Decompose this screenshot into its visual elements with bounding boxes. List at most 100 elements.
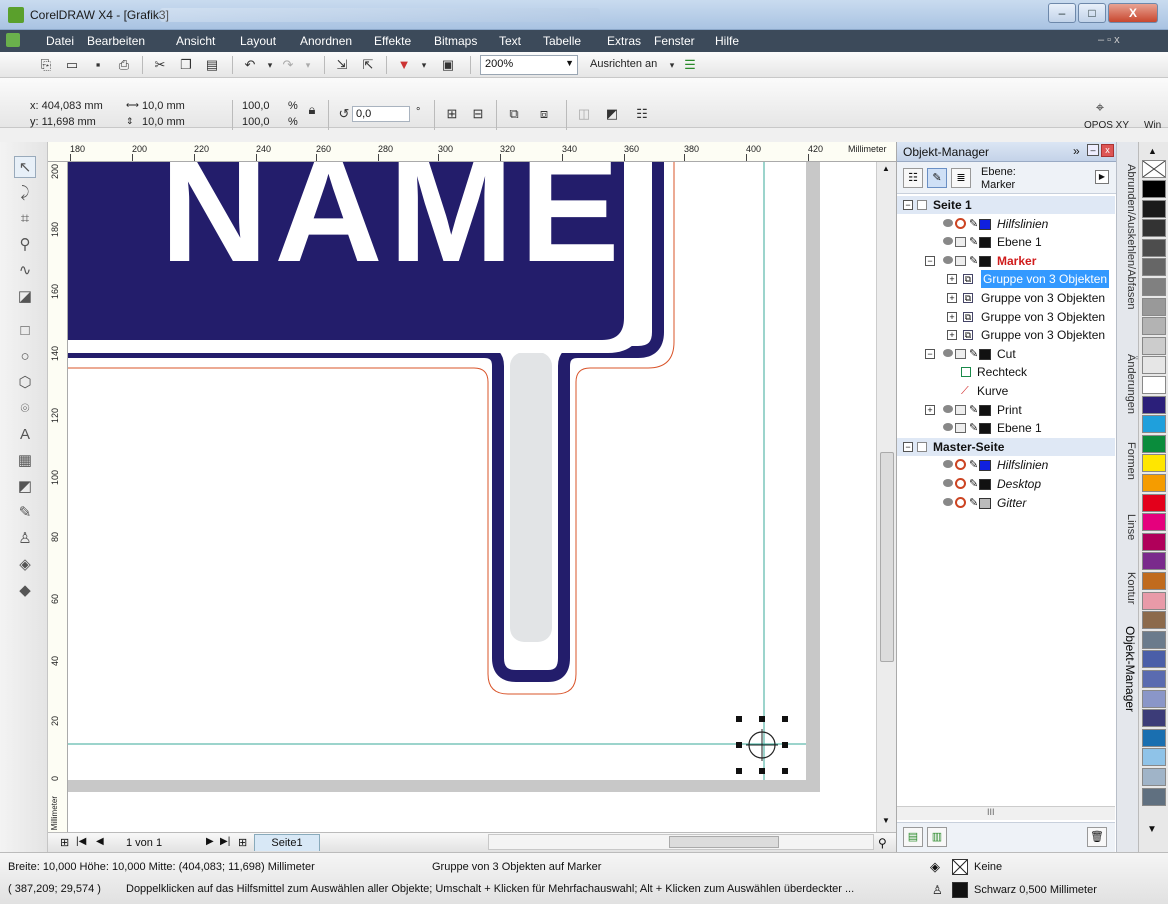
menu-tabelle[interactable]: Tabelle: [543, 34, 581, 48]
color-swatch[interactable]: [1142, 219, 1166, 238]
color-swatch[interactable]: [1142, 728, 1166, 747]
save-icon[interactable]: ▪: [90, 57, 106, 73]
visibility-eye-icon[interactable]: [943, 460, 953, 469]
printer-icon[interactable]: [955, 237, 966, 248]
mirror-vertical-icon[interactable]: ⊟: [470, 106, 486, 122]
color-swatch[interactable]: [1142, 689, 1166, 708]
expand-toggle-icon[interactable]: +: [947, 311, 957, 322]
color-swatch[interactable]: [1142, 709, 1166, 728]
show-object-properties-icon[interactable]: ☷: [903, 168, 923, 188]
menu-fenster[interactable]: Fenster: [654, 34, 695, 48]
smart-fill-tool-icon[interactable]: ◪: [14, 286, 36, 308]
layer-color-swatch[interactable]: [979, 404, 991, 416]
import-icon[interactable]: ⇲: [334, 57, 350, 73]
color-swatch[interactable]: [1142, 297, 1166, 316]
tree-group-node[interactable]: + ⧉ Gruppe von 3 Objekten: [897, 326, 1115, 344]
last-page-icon[interactable]: ▶|: [220, 836, 230, 847]
tree-page-node[interactable]: − Seite 1: [897, 196, 1115, 214]
layer-manager-view-icon[interactable]: ≣: [951, 168, 971, 188]
tree-layer-node[interactable]: + ✎ Print: [897, 401, 1115, 419]
copy-icon[interactable]: ❐: [178, 57, 194, 73]
tree-object-node[interactable]: ⟋ Kurve: [897, 382, 1115, 400]
edit-pencil-icon[interactable]: ✎: [969, 255, 978, 267]
color-swatch[interactable]: [1142, 415, 1166, 434]
group-icon[interactable]: ⧉: [506, 106, 522, 122]
visibility-eye-icon[interactable]: [943, 479, 953, 487]
edit-pencil-icon[interactable]: ✎: [969, 459, 978, 471]
layer-color-swatch[interactable]: [979, 479, 991, 490]
expand-toggle-icon[interactable]: +: [947, 293, 957, 303]
tree-horizontal-scrollbar[interactable]: III: [897, 806, 1115, 820]
layer-color-swatch[interactable]: [979, 423, 991, 435]
expand-toggle-icon[interactable]: +: [925, 404, 935, 415]
close-button[interactable]: X: [1108, 3, 1158, 23]
zoom-navigator-icon[interactable]: ⚲: [878, 836, 887, 850]
undo-dropdown-icon[interactable]: ▾: [262, 57, 278, 73]
tree-layer-node[interactable]: ✎ Hilfslinien: [897, 456, 1115, 474]
menu-bitmaps[interactable]: Bitmaps: [434, 34, 477, 48]
no-color-swatch[interactable]: [1142, 160, 1166, 178]
edit-across-layers-icon[interactable]: ✎: [927, 168, 947, 188]
printer-icon[interactable]: [955, 255, 966, 266]
export-icon[interactable]: ⇱: [360, 57, 376, 73]
tree-group-node[interactable]: + ⧉ Gruppe von 3 Objekten: [897, 270, 1115, 289]
color-swatch[interactable]: [1142, 278, 1166, 296]
menu-layout[interactable]: Layout: [240, 34, 276, 48]
opos-xy-label[interactable]: OPOS XY: [1084, 120, 1129, 131]
layer-color-swatch[interactable]: [979, 237, 991, 249]
expand-toggle-icon[interactable]: −: [925, 348, 935, 359]
crop-tool-icon[interactable]: ⌗: [14, 208, 36, 230]
mirror-horizontal-icon[interactable]: ⊞: [444, 106, 460, 122]
color-swatch[interactable]: [1142, 180, 1166, 198]
edit-pencil-icon[interactable]: ✎: [969, 236, 978, 248]
vertical-scrollbar[interactable]: ▲ ▼: [876, 162, 896, 832]
layer-color-swatch[interactable]: [979, 255, 991, 267]
tree-page-node[interactable]: − Master-Seite: [897, 437, 1115, 456]
zoom-combo[interactable]: 200% ▼: [480, 55, 578, 75]
break-apart-icon[interactable]: ◩: [604, 106, 620, 122]
interactive-blend-tool-icon[interactable]: ◩: [14, 476, 36, 498]
add-page-after-icon[interactable]: ⊞: [238, 836, 247, 849]
edit-pencil-icon[interactable]: ✎: [969, 218, 978, 230]
edit-pencil-icon[interactable]: ✎: [969, 478, 978, 490]
drawing-canvas[interactable]: NAME: [68, 162, 876, 832]
layer-color-swatch[interactable]: [979, 497, 991, 509]
tree-object-node[interactable]: Rechteck: [897, 363, 1115, 381]
color-swatch[interactable]: [1142, 787, 1166, 806]
minimize-button[interactable]: –: [1048, 3, 1076, 23]
fill-none-swatch[interactable]: [952, 859, 968, 875]
docker-collapse-icon[interactable]: »: [1073, 144, 1080, 158]
scroll-up-icon[interactable]: ▲: [882, 164, 890, 173]
visibility-eye-icon[interactable]: [943, 404, 953, 413]
expand-toggle-icon[interactable]: −: [925, 255, 935, 266]
x-position-field[interactable]: x: 404,083 mm: [30, 100, 103, 112]
menu-anordnen[interactable]: Anordnen: [300, 34, 352, 48]
new-layer-icon[interactable]: ▤: [903, 827, 923, 847]
palette-scroll-down-icon[interactable]: ▼: [1147, 824, 1157, 835]
docker-tab[interactable]: Formen: [1119, 442, 1137, 480]
color-swatch[interactable]: [1142, 317, 1166, 336]
color-swatch[interactable]: [1142, 434, 1166, 453]
printer-icon[interactable]: [955, 404, 966, 415]
table-tool-icon[interactable]: ▦: [14, 450, 36, 472]
menu-extras[interactable]: Extras: [607, 34, 641, 48]
pick-tool-icon[interactable]: ↖: [14, 156, 36, 178]
color-swatch[interactable]: [1142, 395, 1166, 414]
edit-pencil-icon[interactable]: ✎: [969, 422, 978, 434]
fill-bucket-icon[interactable]: ◈: [930, 859, 940, 875]
printer-icon[interactable]: [955, 423, 966, 434]
eyedropper-tool-icon[interactable]: ✎: [14, 502, 36, 524]
color-swatch[interactable]: [1142, 454, 1166, 473]
edit-pencil-icon[interactable]: ✎: [969, 497, 978, 509]
docker-tab[interactable]: Kontur: [1119, 572, 1137, 604]
palette-scroll-up-icon[interactable]: ▲: [1148, 146, 1157, 156]
color-swatch[interactable]: [1142, 199, 1166, 218]
new-document-icon[interactable]: ⎘: [38, 57, 54, 73]
new-master-layer-icon[interactable]: ▥: [927, 827, 947, 847]
expand-toggle-icon[interactable]: +: [947, 274, 957, 285]
win-label[interactable]: Win: [1144, 120, 1161, 131]
menu-text[interactable]: Text: [499, 34, 521, 48]
tree-layer-node[interactable]: ✎ Hilfslinien: [897, 215, 1115, 233]
layer-color-swatch[interactable]: [979, 348, 991, 360]
not-printable-icon[interactable]: [955, 478, 966, 489]
